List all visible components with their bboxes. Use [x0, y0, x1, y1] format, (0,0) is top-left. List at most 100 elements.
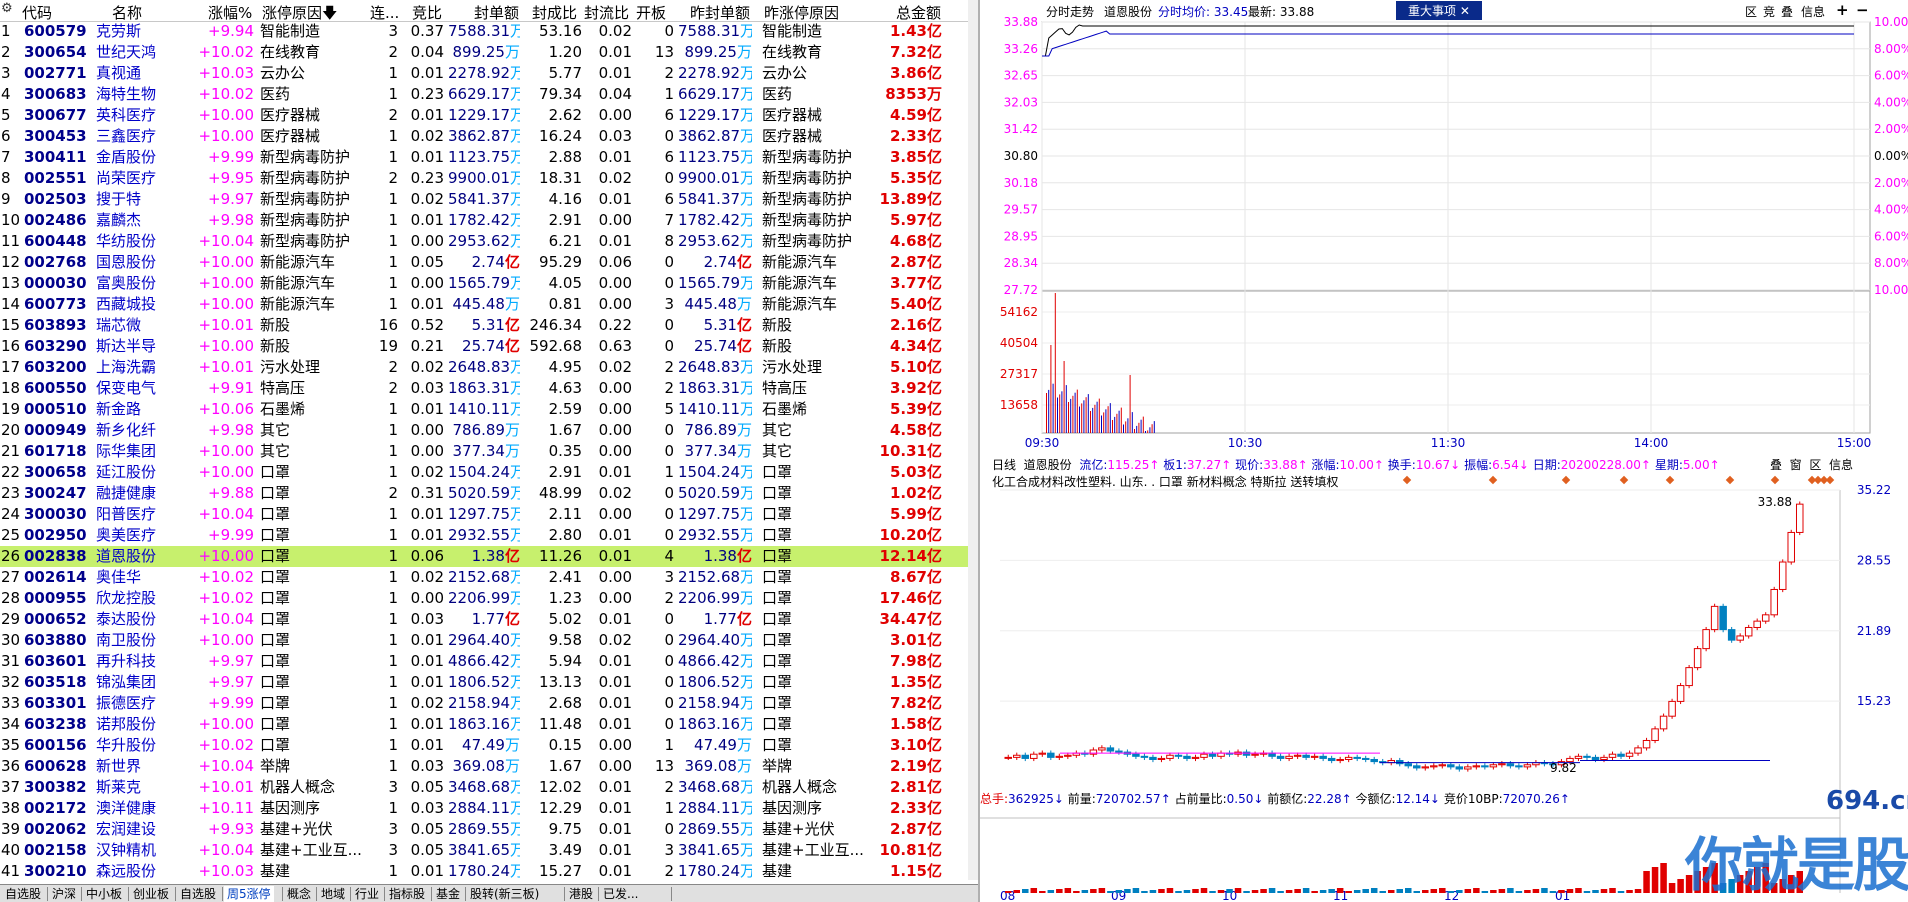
table-row[interactable]: 15 603893 瑞芯微 +10.01 新股 16 0.52 5.31亿 246.34 0.22…: [0, 315, 978, 336]
table-row[interactable]: 37 300382 斯莱克 +10.01 机器人概念 3 0.05 3468.68万 12.02…: [0, 777, 978, 798]
table-row[interactable]: 40 002158 汉钟精机 +10.04 基建+工业互... 3 0.05 3841.65万…: [0, 840, 978, 861]
table-row[interactable]: 25 002950 奥美医疗 +9.99 口罩 1 0.01 2932.55万 2.80 0.01…: [0, 525, 978, 546]
tab-3[interactable]: 创业板: [130, 886, 172, 902]
table-row[interactable]: 23 300247 融捷健康 +9.88 口罩 2 0.31 5020.59万 48.99 0.0…: [0, 483, 978, 504]
event-marker-icon[interactable]: [1665, 475, 1675, 485]
table-row[interactable]: 9 002503 搜于特 +9.97 新型病毒防护 1 0.02 5841.37万 4.16 0.…: [0, 189, 978, 210]
intraday-volume-bar: [1081, 403, 1083, 433]
col-header-yreason[interactable]: 昨涨停原因: [764, 2, 839, 23]
col-header-total[interactable]: 总金额: [896, 2, 941, 23]
pct-tick-label: 6.00%: [1874, 229, 1908, 243]
table-row[interactable]: 19 000510 新金路 +10.06 石墨烯 1 0.01 1410.11万 2.59 0.0…: [0, 399, 978, 420]
tab-2[interactable]: 中小板: [83, 886, 125, 902]
total-amount: 2.33亿: [876, 798, 942, 819]
table-row[interactable]: 12 002768 国恩股份 +10.00 新能源汽车 1 0.05 2.74亿 95.29 0.…: [0, 252, 978, 273]
tab-0[interactable]: 自选股: [2, 886, 44, 902]
event-marker-icon[interactable]: [1561, 475, 1571, 485]
event-marker-icon[interactable]: [1725, 475, 1735, 485]
tab-1[interactable]: 沪深: [49, 886, 79, 902]
table-row[interactable]: 32 603518 锦泓集团 +9.97 口罩 1 0.01 1806.52万 13.13 0.0…: [0, 672, 978, 693]
col-header-yamount[interactable]: 昨封单额: [690, 2, 750, 23]
seal-float-ratio: 0.06: [598, 253, 632, 271]
table-row[interactable]: 16 603290 斯达半导 +10.00 新股 19 0.21 25.74亿 592.68 0.…: [0, 336, 978, 357]
table-row[interactable]: 18 600550 保变电气 +9.91 特高压 2 0.03 1863.31万 4.63 0.0…: [0, 378, 978, 399]
col-header-name[interactable]: 名称: [112, 2, 142, 23]
tab-7[interactable]: 地域: [318, 886, 348, 902]
table-row[interactable]: 11 600448 华纺股份 +10.04 新型病毒防护 1 0.00 2953.62万 6.2…: [0, 231, 978, 252]
table-row[interactable]: 27 002614 奥佳华 +10.02 口罩 1 0.02 2152.68万 2.41 0.00…: [0, 567, 978, 588]
table-row[interactable]: 41 300210 森远股份 +10.03 基建 1 0.01 1780.24万 15.27 0.…: [0, 861, 978, 882]
intraday-chart[interactable]: 33.88 10.00% 33.26 8.00% 32.65 6.00% 32.03 4.00…: [980, 0, 1908, 450]
event-marker-icon[interactable]: [1619, 475, 1629, 485]
table-row[interactable]: 28 000955 欣龙控股 +10.02 口罩 1 0.00 2206.99万 1.23 0.0…: [0, 588, 978, 609]
tab-8[interactable]: 行业: [352, 886, 382, 902]
table-row[interactable]: 5 300677 英科医疗 +10.00 医疗器械 2 0.01 1229.17万 2.62 0.…: [0, 105, 978, 126]
gear-icon[interactable]: ⚙: [1, 1, 13, 16]
tab-11[interactable]: 股转(新三板): [467, 886, 542, 902]
table-row[interactable]: 8 002551 尚荣医疗 +9.95 新型病毒防护 2 0.23 9900.01万 18.31…: [0, 168, 978, 189]
col-header-ratio[interactable]: 竞比: [412, 2, 442, 23]
tab-5[interactable]: 周5涨停: [224, 886, 274, 902]
table-row[interactable]: 1 600579 克劳斯 +9.94 智能制造 3 0.37 7588.31万 53.16 0.0…: [0, 21, 978, 42]
table-row[interactable]: 29 000652 泰达股份 +10.04 口罩 1 0.03 1.77亿 5.02 0.01 0 1…: [0, 609, 978, 630]
event-marker-icon[interactable]: [1488, 475, 1498, 485]
table-row[interactable]: 33 603301 振德医疗 +9.99 口罩 1 0.02 2158.94万 2.68 0.01…: [0, 693, 978, 714]
table-row[interactable]: 7 300411 金盾股份 +9.99 新型病毒防护 1 0.01 1123.75万 2.88 0…: [0, 147, 978, 168]
bid-ratio: 0.01: [410, 148, 444, 166]
event-marker-icon[interactable]: [1770, 475, 1780, 485]
col-header-amount[interactable]: 封单额: [474, 2, 519, 23]
bid-ratio: 0.00: [410, 274, 444, 292]
tab-10[interactable]: 基金: [433, 886, 463, 902]
seal-turnover-ratio: 2.59: [548, 400, 582, 418]
event-marker-icon[interactable]: [1825, 475, 1835, 485]
prev-limit-reason: 口罩: [762, 547, 793, 565]
table-row[interactable]: 24 300030 阳普医疗 +10.04 口罩 1 0.01 1297.75万 2.11 0.0…: [0, 504, 978, 525]
table-row[interactable]: 36 600628 新世界 +10.04 举牌 1 0.03 369.08万 1.67 0.00 1…: [0, 756, 978, 777]
bottom-key: 占前量比:: [1174, 792, 1227, 806]
table-row[interactable]: 14 600773 西藏城投 +10.00 新能源汽车 1 0.01 445.48万 0.81 0…: [0, 294, 978, 315]
vertical-scrollbar[interactable]: [968, 0, 978, 880]
table-row[interactable]: 34 603238 诺邦股份 +10.00 口罩 1 0.01 1863.16万 11.48 0.…: [0, 714, 978, 735]
table-row[interactable]: 4 300683 海特生物 +10.02 医药 1 0.23 6629.17万 79.34 0.0…: [0, 84, 978, 105]
table-row[interactable]: 21 601718 际华集团 +10.00 其它 1 0.00 377.34万 0.35 0.00…: [0, 441, 978, 462]
table-row[interactable]: 10 002486 嘉麟杰 +9.98 新型病毒防护 1 0.01 1782.42万 2.91 0…: [0, 210, 978, 231]
seal-amount-value: 1229.17: [448, 106, 511, 124]
candle-body: [1625, 752, 1634, 757]
table-row[interactable]: 39 002062 宏润建设 +9.93 基建+光伏 3 0.05 2869.55万 9.75 0…: [0, 819, 978, 840]
col-header-days[interactable]: 连...: [370, 2, 399, 23]
seal-amount-unit: 万: [510, 85, 520, 103]
prev-seal-value: 2953.62: [678, 232, 741, 250]
col-header-fl[interactable]: 封流比: [584, 2, 629, 23]
table-row[interactable]: 3 002771 真视通 +10.03 云办公 1 0.01 2278.92万 5.77 0.01…: [0, 63, 978, 84]
table-row[interactable]: 20 000949 新乡化纤 +9.98 其它 1 0.00 786.89万 1.67 0.00 0…: [0, 420, 978, 441]
table-row[interactable]: 38 002172 澳洋健康 +10.11 基因测序 1 0.03 2884.11万 12.29…: [0, 798, 978, 819]
col-header-cr[interactable]: 封成比: [532, 2, 577, 23]
prev-seal-unit: 万: [740, 568, 752, 586]
table-row[interactable]: 2 300654 世纪天鸿 +10.02 在线教育 2 0.04 899.25万 1.20 0.0…: [0, 42, 978, 63]
col-header-open[interactable]: 开板: [636, 2, 666, 23]
event-marker-icon[interactable]: [1402, 475, 1412, 485]
table-row[interactable]: 6 300453 三鑫医疗 +10.00 医疗器械 1 0.02 3862.87万 16.24 0…: [0, 126, 978, 147]
tab-13[interactable]: 已发...: [600, 886, 641, 902]
seal-amount-unit: 万: [510, 274, 520, 292]
tab-6[interactable]: 概念: [284, 886, 314, 902]
table-row[interactable]: 22 300658 延江股份 +10.00 口罩 1 0.02 1504.24万 2.91 0.0…: [0, 462, 978, 483]
prev-seal-unit: 万: [740, 64, 752, 82]
open-count: 1: [664, 463, 674, 481]
tab-4[interactable]: 自选股: [177, 886, 219, 902]
total-amount: 2.87亿: [876, 252, 942, 273]
table-row[interactable]: 31 603601 再升科技 +9.97 口罩 1 0.01 4866.42万 5.94 0.01…: [0, 651, 978, 672]
table-row[interactable]: 35 600156 华升股份 +10.02 口罩 1 0.01 47.49万 0.15 0.00 1…: [0, 735, 978, 756]
candle-body: [1004, 756, 1013, 759]
tab-12[interactable]: 港股: [566, 886, 596, 902]
table-row[interactable]: 13 000030 富奥股份 +10.00 新能源汽车 1 0.00 1565.79万 4.05…: [0, 273, 978, 294]
col-header-code[interactable]: 代码: [22, 2, 52, 23]
total-amount-value: 3.01: [889, 631, 927, 649]
tab-9[interactable]: 指标股: [386, 886, 428, 902]
table-row[interactable]: 17 603200 上海洗霸 +10.01 污水处理 2 0.02 2648.83万 4.95 0…: [0, 357, 978, 378]
col-header-pct[interactable]: 涨幅%: [208, 2, 252, 23]
daily-volume-bar: [1209, 891, 1216, 893]
table-row[interactable]: 30 603880 南卫股份 +10.00 口罩 1 0.01 2964.40万 9.58 0.0…: [0, 630, 978, 651]
change-pct: +10.00: [198, 631, 254, 649]
table-row[interactable]: 26 002838 道恩股份 +10.00 口罩 1 0.06 1.38亿 11.26 0.01 4…: [0, 546, 978, 567]
